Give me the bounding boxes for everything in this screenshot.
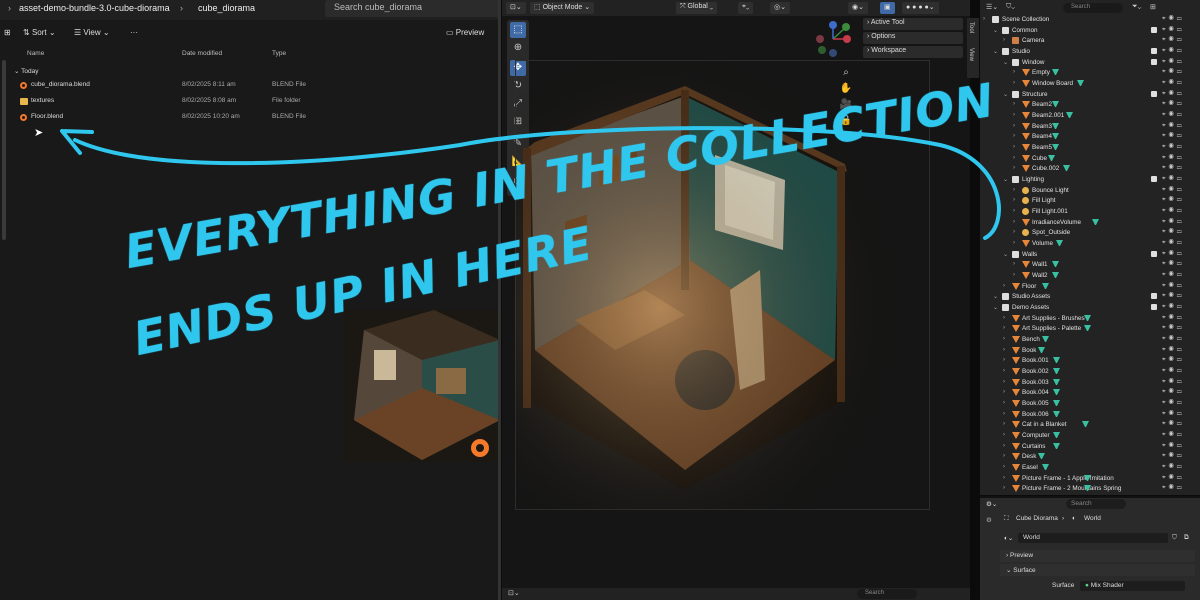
annotation-arrow xyxy=(60,126,1001,240)
